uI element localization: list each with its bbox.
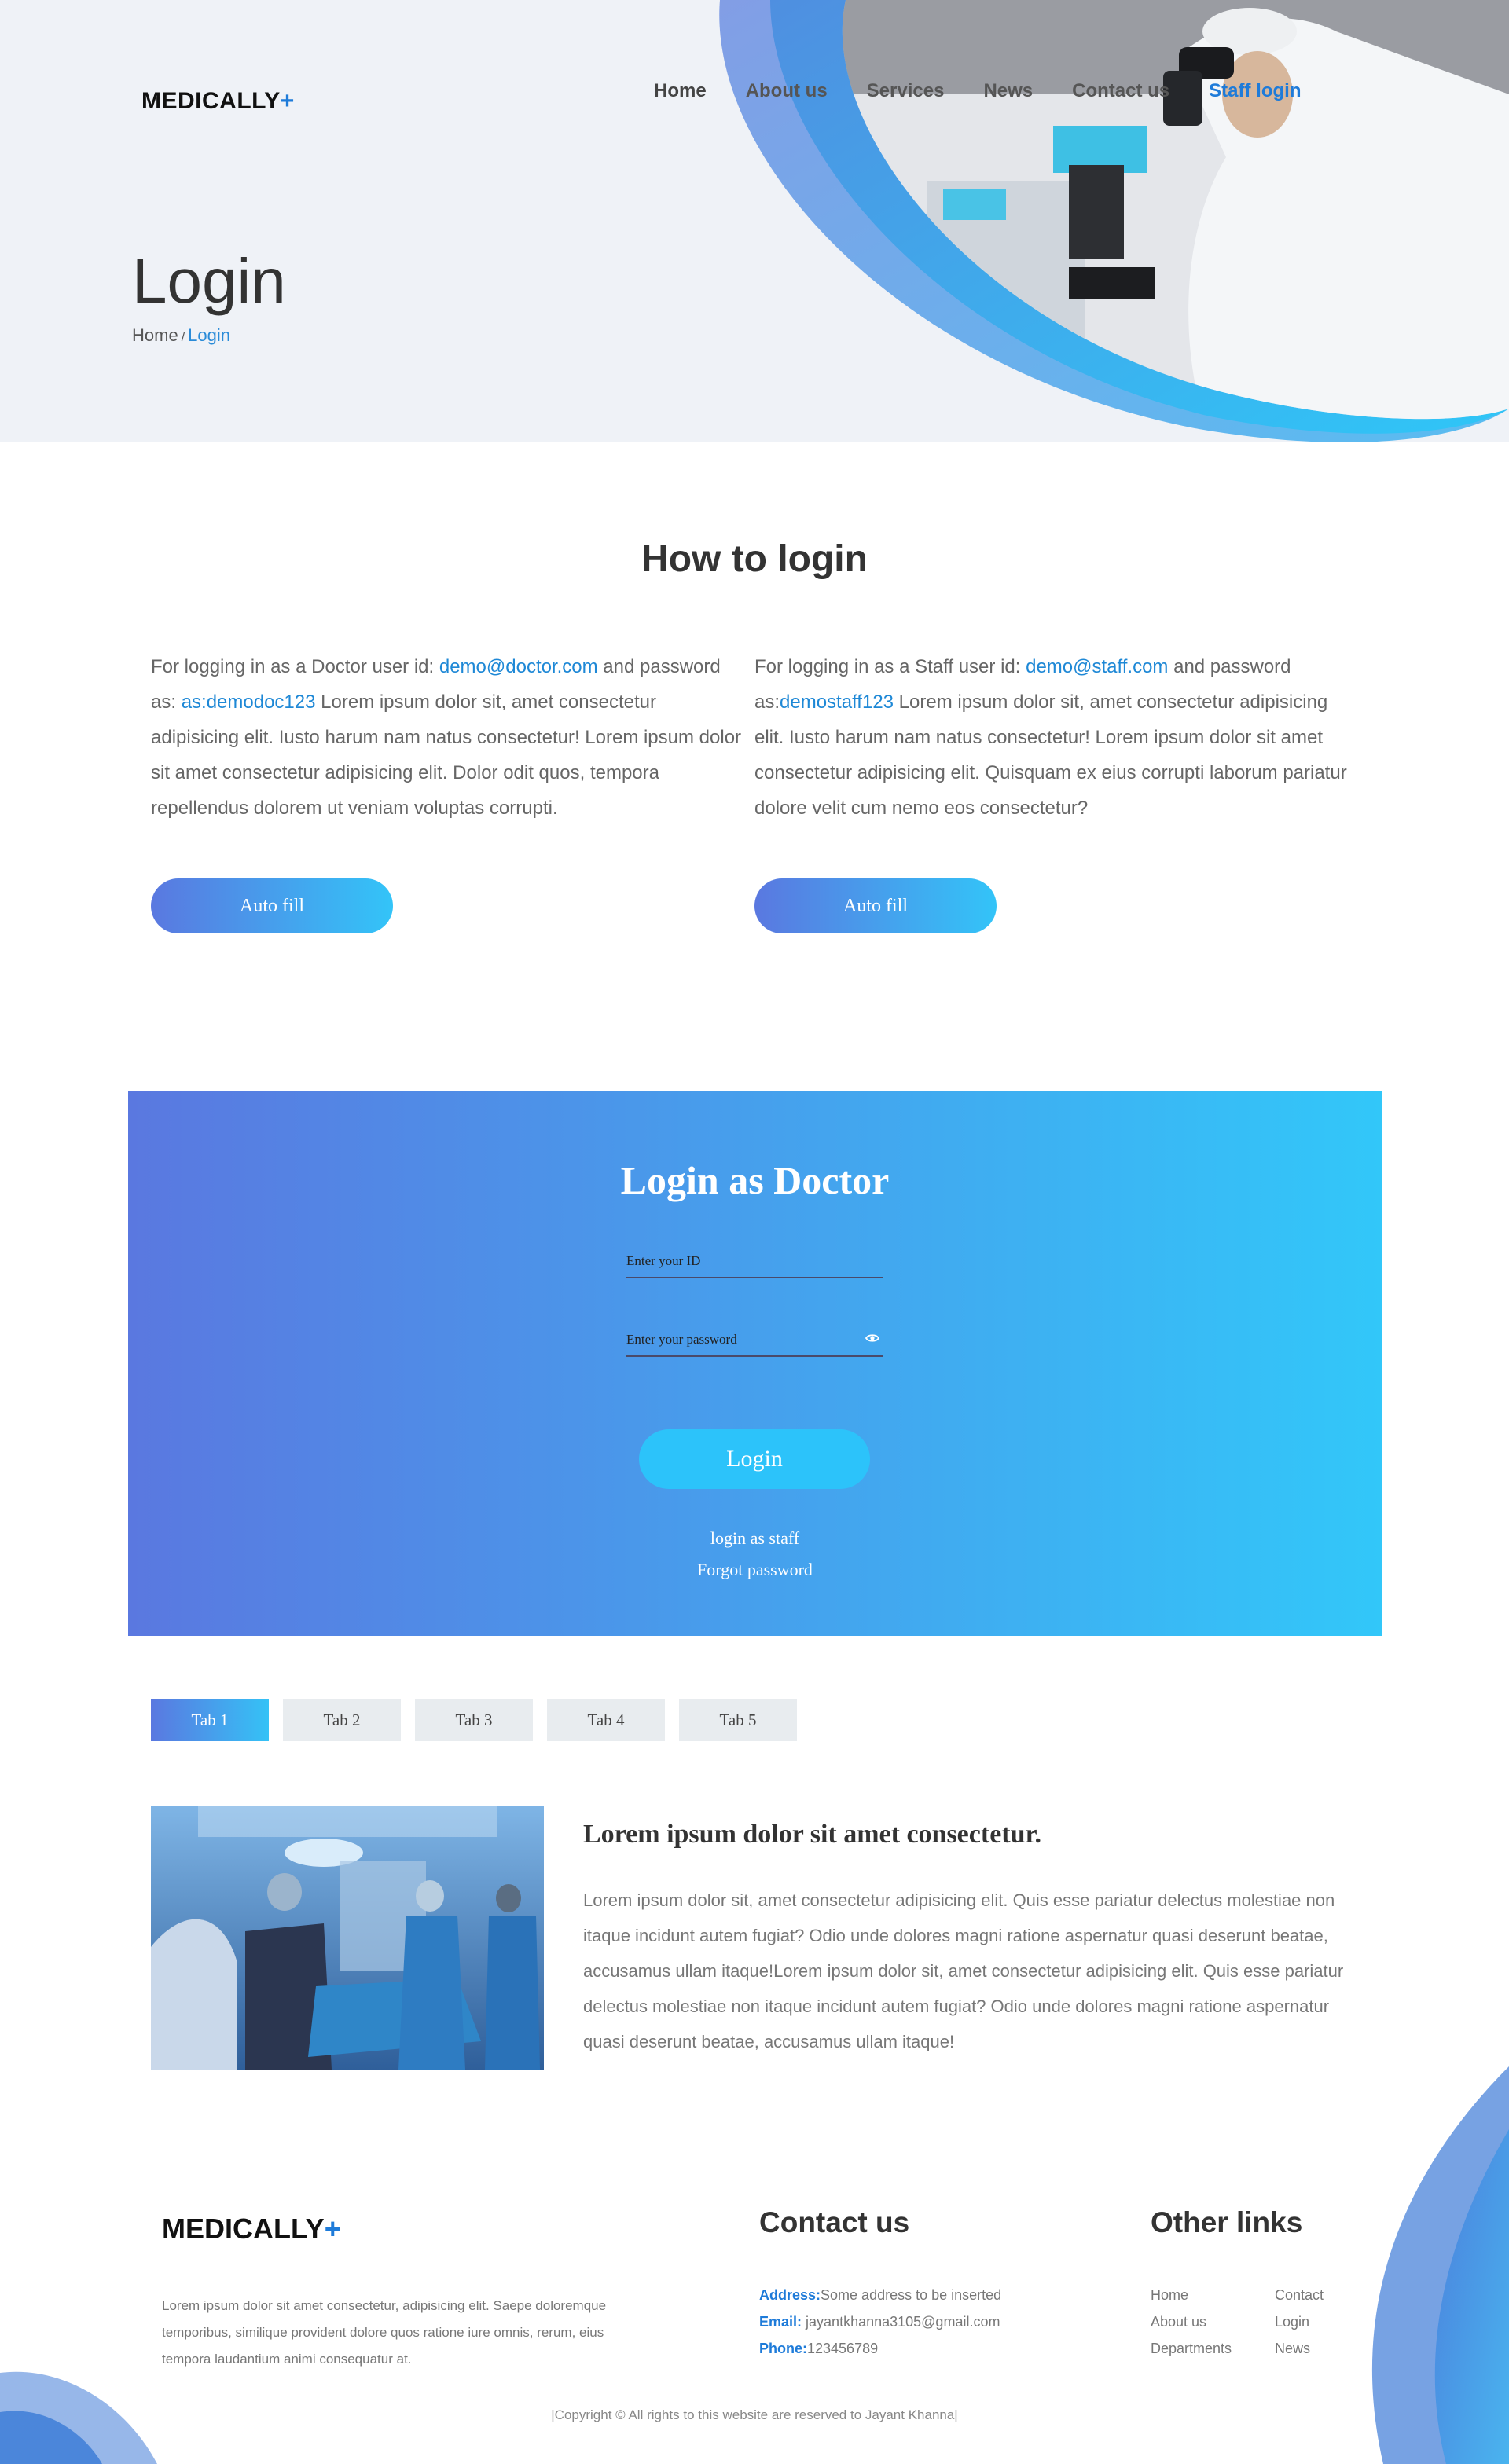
tab-content-text: Lorem ipsum dolor sit, amet consectetur …	[583, 1890, 1344, 2052]
phone-value: 123456789	[807, 2341, 879, 2356]
show-password-eye-icon[interactable]	[865, 1333, 879, 1343]
how-to-login-title: How to login	[641, 538, 868, 580]
doctor-auto-fill-button[interactable]: Auto fill	[151, 878, 393, 933]
page-title: Login	[132, 246, 286, 316]
nav-contact-us[interactable]: Contact us	[1072, 80, 1169, 102]
main-nav: Home About us Services News Contact us S…	[654, 80, 1340, 102]
staff-login-instructions: For logging in as a Staff user id: demo@…	[754, 649, 1352, 826]
staff-password[interactable]: demostaff123	[780, 691, 894, 713]
doctor-prefix: For logging in as a Doctor user id:	[151, 656, 439, 677]
footer-link-contact[interactable]: Contact	[1275, 2282, 1353, 2308]
breadcrumb-home[interactable]: Home	[132, 325, 178, 345]
hero-banner: MEDICALLY+ Home About us Services News C…	[0, 0, 1509, 442]
hero-illustration	[719, 0, 1509, 442]
phone-label: Phone:	[759, 2341, 807, 2356]
footer-logo-text: MEDICALLY	[162, 2213, 325, 2245]
surgery-room-image	[151, 1806, 544, 2070]
breadcrumb: Home / Login	[132, 325, 230, 346]
footer-address: Address:Some address to be inserted	[759, 2282, 1001, 2308]
doctor-user-id[interactable]: demo@doctor.com	[439, 656, 598, 677]
password-field	[626, 1324, 883, 1357]
nav-home[interactable]: Home	[654, 80, 707, 102]
address-value: Some address to be inserted	[821, 2287, 1002, 2303]
tab-2[interactable]: Tab 2	[283, 1699, 401, 1741]
footer-link-news[interactable]: News	[1275, 2335, 1353, 2362]
footer-links: Home Contact About us Login Departments …	[1151, 2282, 1353, 2362]
email-label: Email:	[759, 2314, 802, 2330]
footer-logo[interactable]: MEDICALLY+	[162, 2213, 341, 2246]
footer-link-home[interactable]: Home	[1151, 2282, 1275, 2308]
site-logo[interactable]: MEDICALLY+	[141, 88, 295, 115]
logo-plus-icon: +	[280, 88, 295, 114]
footer-about-text: Lorem ipsum dolor sit amet consectetur, …	[162, 2298, 607, 2367]
id-field	[626, 1245, 883, 1278]
login-form-title: Login as Doctor	[620, 1158, 890, 1202]
footer-phone: Phone:123456789	[759, 2335, 1001, 2362]
forgot-password-link[interactable]: Forgot password	[128, 1560, 1382, 1580]
nav-staff-login[interactable]: Staff login	[1209, 80, 1301, 102]
footer-contact-info: Address:Some address to be inserted Emai…	[759, 2282, 1001, 2362]
staff-auto-fill-button[interactable]: Auto fill	[754, 878, 997, 933]
id-input[interactable]	[626, 1245, 883, 1277]
nav-about-us[interactable]: About us	[746, 80, 828, 102]
doctor-password[interactable]: as:demodoc123	[182, 691, 316, 713]
tab-4[interactable]: Tab 4	[547, 1699, 665, 1741]
footer-contact-heading: Contact us	[759, 2206, 910, 2238]
footer-link-departments[interactable]: Departments	[1151, 2335, 1275, 2362]
nav-news[interactable]: News	[983, 80, 1033, 102]
staff-user-id[interactable]: demo@staff.com	[1026, 656, 1168, 677]
tab-1[interactable]: Tab 1	[151, 1699, 269, 1741]
logo-text: MEDICALLY	[141, 88, 281, 114]
content-tabs: Tab 1 Tab 2 Tab 3 Tab 4 Tab 5	[151, 1699, 811, 1741]
tab-5[interactable]: Tab 5	[679, 1699, 797, 1741]
breadcrumb-separator: /	[181, 331, 185, 344]
breadcrumb-current: Login	[188, 325, 230, 345]
footer-decoration	[0, 2066, 1509, 2464]
footer-links-heading: Other links	[1151, 2206, 1303, 2238]
tab-3[interactable]: Tab 3	[415, 1699, 533, 1741]
login-form-panel: Login as Doctor Login login as staff For…	[128, 1091, 1382, 1636]
doctor-login-instructions: For logging in as a Doctor user id: demo…	[151, 649, 748, 826]
footer-email: Email: jayantkhanna3105@gmail.com	[759, 2308, 1001, 2335]
nav-services[interactable]: Services	[867, 80, 945, 102]
password-input[interactable]	[626, 1324, 883, 1355]
footer-link-about-us[interactable]: About us	[1151, 2308, 1275, 2335]
tab-content-heading: Lorem ipsum dolor sit amet consectetur.	[583, 1820, 1041, 1849]
address-label: Address:	[759, 2287, 821, 2303]
footer-logo-plus-icon: +	[324, 2213, 341, 2245]
staff-prefix: For logging in as a Staff user id:	[754, 656, 1026, 677]
login-submit-button[interactable]: Login	[639, 1429, 870, 1489]
copyright-text: |Copyright © All rights to this website …	[551, 2407, 958, 2422]
footer-link-login[interactable]: Login	[1275, 2308, 1353, 2335]
login-as-staff-link[interactable]: login as staff	[128, 1528, 1382, 1549]
email-value[interactable]: jayantkhanna3105@gmail.com	[802, 2314, 1000, 2330]
